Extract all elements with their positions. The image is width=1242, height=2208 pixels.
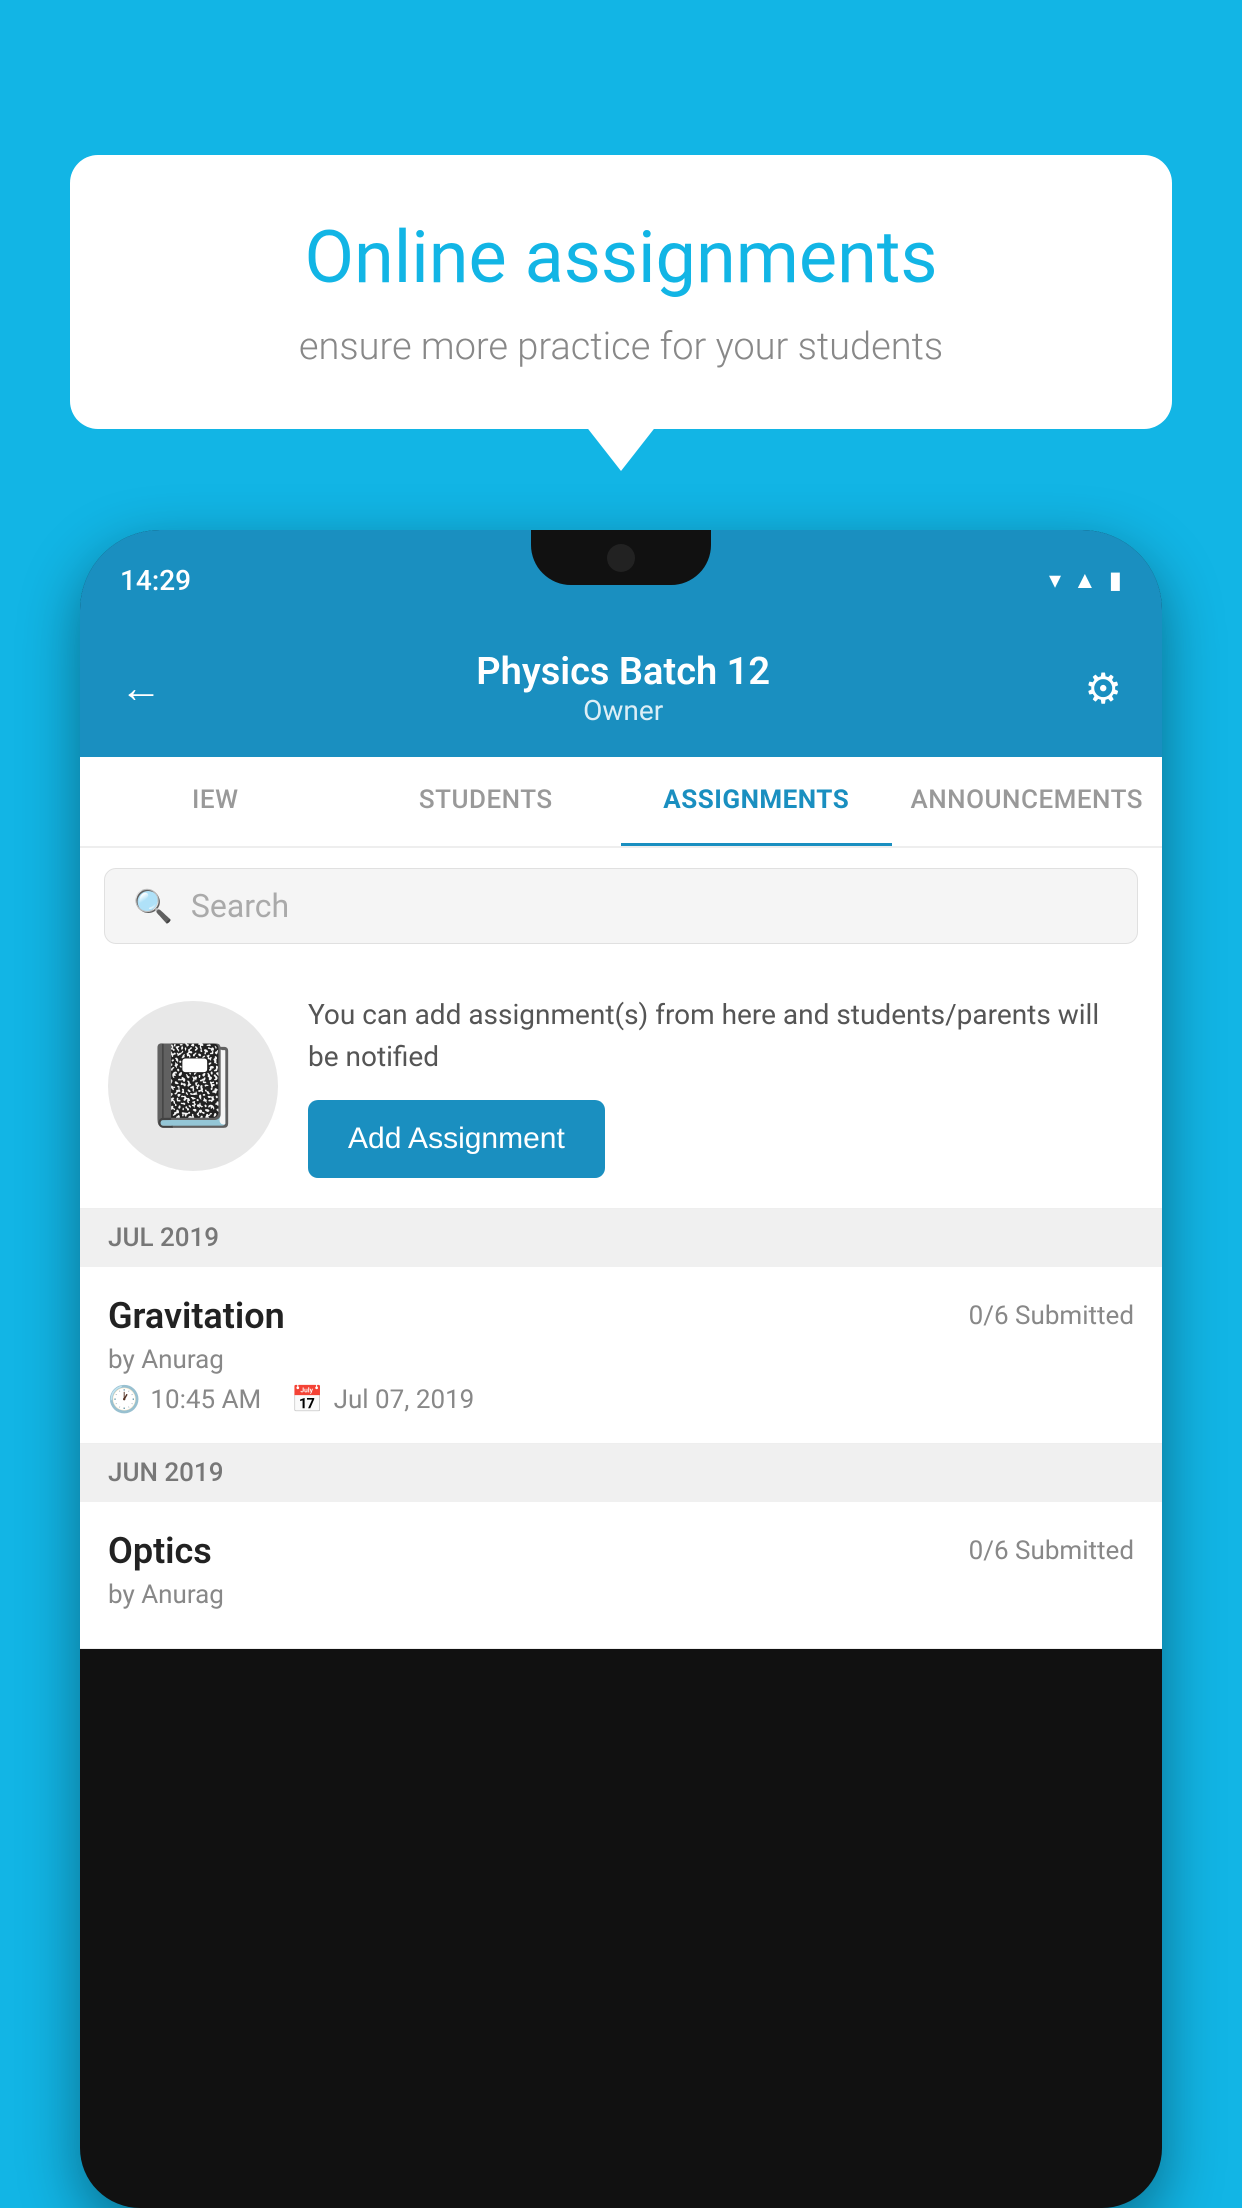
assignment-name: Gravitation <box>108 1295 285 1337</box>
header-subtitle: Owner <box>476 694 770 727</box>
assignment-date: 📅 Jul 07, 2019 <box>291 1385 474 1415</box>
assignment-icon-circle: 📓 <box>108 1001 278 1171</box>
section-header-jun: JUN 2019 <box>80 1444 1162 1502</box>
speech-bubble-title: Online assignments <box>140 215 1102 301</box>
assignment-author: by Anurag <box>108 1345 1134 1375</box>
date-value: Jul 07, 2019 <box>334 1385 475 1415</box>
screen-content: 🔍 Search 📓 You can add assignment(s) fro… <box>80 848 1162 1649</box>
status-icons: ▾ ▲ ▮ <box>1049 566 1122 595</box>
notebook-icon: 📓 <box>143 1039 243 1133</box>
tab-assignments[interactable]: ASSIGNMENTS <box>621 757 892 846</box>
assignment-item-optics[interactable]: Optics 0/6 Submitted by Anurag <box>80 1502 1162 1649</box>
battery-icon: ▮ <box>1109 566 1122 594</box>
tab-students[interactable]: STUDENTS <box>351 757 622 846</box>
add-assignment-button[interactable]: Add Assignment <box>308 1100 605 1178</box>
signal-icon: ▲ <box>1073 566 1097 595</box>
tabs-container: IEW STUDENTS ASSIGNMENTS ANNOUNCEMENTS <box>80 757 1162 848</box>
assignment-name-optics: Optics <box>108 1530 212 1572</box>
tab-announcements[interactable]: ANNOUNCEMENTS <box>892 757 1163 846</box>
phone-frame: 14:29 ▾ ▲ ▮ ← Physics Batch 12 Owner ⚙ I… <box>80 530 1162 2208</box>
status-bar: 14:29 ▾ ▲ ▮ <box>80 530 1162 630</box>
search-placeholder: Search <box>191 887 289 925</box>
assignment-meta: 🕐 10:45 AM 📅 Jul 07, 2019 <box>108 1385 1134 1415</box>
header-center: Physics Batch 12 Owner <box>476 650 770 727</box>
assignment-author-optics: by Anurag <box>108 1580 1134 1610</box>
app-header: ← Physics Batch 12 Owner ⚙ <box>80 630 1162 757</box>
assignment-row-optics: Optics 0/6 Submitted <box>108 1530 1134 1572</box>
section-header-jul: JUL 2019 <box>80 1209 1162 1267</box>
wifi-icon: ▾ <box>1049 566 1061 594</box>
search-bar[interactable]: 🔍 Search <box>104 868 1138 944</box>
search-icon: 🔍 <box>133 887 173 925</box>
time-value: 10:45 AM <box>150 1385 261 1415</box>
info-card: 📓 You can add assignment(s) from here an… <box>80 964 1162 1209</box>
camera <box>607 544 635 572</box>
phone-notch <box>531 530 711 585</box>
search-container: 🔍 Search <box>80 848 1162 964</box>
status-time: 14:29 <box>120 564 191 597</box>
info-text-area: You can add assignment(s) from here and … <box>308 994 1134 1178</box>
clock-icon: 🕐 <box>108 1385 140 1415</box>
calendar-icon: 📅 <box>291 1385 323 1415</box>
assignment-row: Gravitation 0/6 Submitted <box>108 1295 1134 1337</box>
assignment-submitted: 0/6 Submitted <box>969 1301 1134 1331</box>
tab-iew[interactable]: IEW <box>80 757 351 846</box>
info-description: You can add assignment(s) from here and … <box>308 994 1134 1078</box>
assignment-item-gravitation[interactable]: Gravitation 0/6 Submitted by Anurag 🕐 10… <box>80 1267 1162 1444</box>
speech-bubble-subtitle: ensure more practice for your students <box>140 325 1102 369</box>
assignment-time: 🕐 10:45 AM <box>108 1385 261 1415</box>
back-button[interactable]: ← <box>120 664 162 713</box>
header-title: Physics Batch 12 <box>476 650 770 694</box>
speech-bubble-container: Online assignments ensure more practice … <box>70 155 1172 429</box>
settings-icon[interactable]: ⚙ <box>1084 664 1122 714</box>
assignment-submitted-optics: 0/6 Submitted <box>969 1536 1134 1566</box>
speech-bubble: Online assignments ensure more practice … <box>70 155 1172 429</box>
